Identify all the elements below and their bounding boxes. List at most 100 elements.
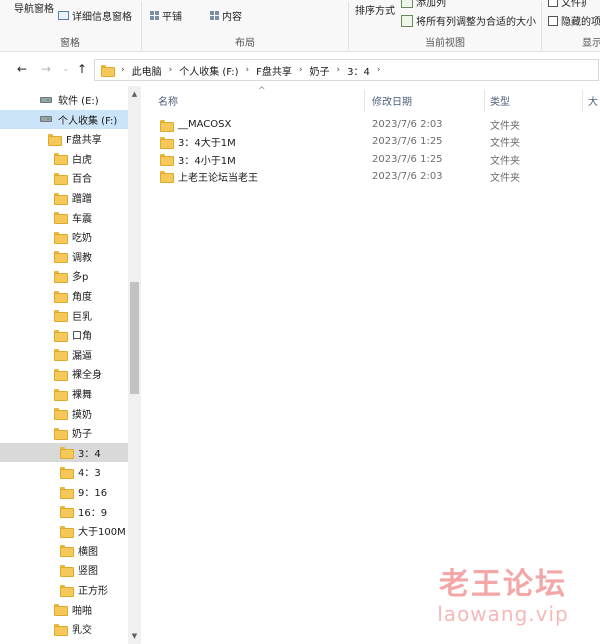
nav-tree-item[interactable]: 裸舞 (0, 384, 128, 403)
chevron-right-icon: › (376, 65, 381, 75)
nav-tree-item[interactable]: 吃奶 (0, 227, 128, 246)
file-date: 2023/7/6 2:03 (372, 170, 443, 182)
nav-tree-item[interactable]: 9：16 (0, 482, 128, 501)
layout-group-label: 布局 (235, 38, 255, 49)
nav-tree-item[interactable]: 个人收集 (F:) (0, 109, 128, 129)
scroll-up-icon[interactable]: ▲ (128, 88, 141, 101)
folder-icon (54, 310, 68, 323)
nav-tree-label: 9：16 (78, 488, 108, 499)
tile-view-button[interactable]: 平铺 (150, 8, 182, 23)
nav-pane-button[interactable]: 导航窗格 (14, 0, 54, 15)
breadcrumb-parent[interactable]: 奶子 (305, 63, 335, 78)
content-view-button[interactable]: 内容 (210, 8, 242, 23)
breadcrumb-drive-f[interactable]: 个人收集 (F:) (174, 63, 243, 78)
breadcrumb-this-pc[interactable]: 此电脑 (127, 63, 167, 78)
nav-tree-item[interactable]: 3：4 (0, 442, 128, 462)
navigation-bar: ← → ⌄ ↑ › 此电脑 › 个人收集 (F:) › F盘共享 › 奶子 › … (0, 56, 600, 84)
file-ext-checkbox[interactable]: 文件扩 (548, 0, 591, 9)
nav-tree-label: 口角 (72, 331, 92, 343)
nav-tree-item[interactable]: 啪啪 (0, 600, 128, 619)
chevron-right-icon: › (245, 65, 250, 75)
chevron-right-icon: › (168, 65, 173, 75)
nav-tree-item[interactable]: 软件 (E:) (0, 90, 128, 109)
nav-tree-item[interactable]: F盘共享 (0, 129, 128, 148)
nav-tree-item[interactable]: 16：9 (0, 502, 128, 521)
up-arrow-icon[interactable]: ↑ (74, 61, 90, 77)
column-header-date[interactable]: 修改日期 (372, 86, 482, 114)
nav-tree-item[interactable]: 横图 (0, 541, 128, 560)
nav-tree-item[interactable]: 漏逼 (0, 345, 128, 364)
nav-tree-item[interactable]: 多p (0, 266, 128, 285)
nav-tree-item[interactable]: 奶子 (0, 423, 128, 442)
column-header-type[interactable]: 类型 (490, 86, 580, 114)
nav-tree-item[interactable]: 百合 (0, 168, 128, 187)
folder-icon (60, 447, 74, 460)
file-name-cell: 上老王论坛当老王 (160, 169, 258, 184)
nav-scrollbar[interactable]: ▲ ▼ (128, 86, 141, 644)
nav-tree-item[interactable]: 角度 (0, 286, 128, 305)
nav-tree-item[interactable]: 乳交 (0, 619, 128, 638)
back-arrow-icon[interactable]: ← (14, 61, 30, 77)
file-row[interactable]: 上老王论坛当老王 2023/7/6 2:03 文件夹 (156, 168, 546, 185)
file-row[interactable]: 3：4大于1M 2023/7/6 1:25 文件夹 (156, 133, 546, 150)
folder-icon (60, 564, 74, 577)
nav-tree-label: 角度 (72, 292, 92, 303)
folder-icon (54, 212, 68, 225)
nav-tree-item[interactable]: 正方形 (0, 580, 128, 599)
folder-icon (54, 388, 68, 401)
nav-tree-label: 漏逼 (72, 350, 92, 362)
add-column-button[interactable]: 添加列 (401, 0, 446, 9)
scroll-down-icon[interactable]: ▼ (128, 630, 141, 643)
folder-icon (160, 171, 174, 184)
folder-icon (101, 65, 115, 77)
folder-icon (54, 192, 68, 205)
nav-tree-item[interactable]: 车震 (0, 208, 128, 227)
drive-icon (40, 96, 52, 103)
chevron-right-icon: › (298, 65, 303, 75)
breadcrumb-current[interactable]: 3：4 (342, 63, 375, 78)
folder-icon (160, 119, 174, 132)
details-pane-button[interactable]: 详细信息窗格 (58, 8, 132, 23)
breadcrumb-share[interactable]: F盘共享 (251, 63, 297, 78)
scroll-thumb[interactable] (130, 282, 139, 394)
nav-tree-item[interactable]: 大于100M (0, 521, 128, 540)
folder-icon (54, 604, 68, 617)
forward-arrow-icon[interactable]: → (38, 61, 54, 77)
file-type: 文件夹 (490, 172, 520, 184)
sort-by-button[interactable]: 排序方式 (355, 2, 395, 17)
file-row[interactable]: __MACOSX 2023/7/6 2:03 文件夹 (156, 116, 546, 133)
fit-columns-button[interactable]: 将所有列调整为合适的大小 (401, 13, 536, 28)
panes-group-label: 窗格 (60, 38, 80, 49)
address-bar[interactable]: › 此电脑 › 个人收集 (F:) › F盘共享 › 奶子 › 3：4 › (94, 59, 599, 81)
recent-chevron-icon[interactable]: ⌄ (58, 61, 74, 77)
nav-tree-item[interactable]: 口角 (0, 325, 128, 344)
file-name-cell: 3：4小于1M (160, 152, 236, 167)
nav-tree-item[interactable]: 巨乳 (0, 306, 128, 325)
file-name: __MACOSX (178, 119, 232, 130)
nav-tree-item[interactable]: 调教 (0, 247, 128, 266)
file-type: 文件夹 (490, 138, 520, 150)
file-row[interactable]: 3：4小于1M 2023/7/6 1:25 文件夹 (156, 151, 546, 168)
column-divider[interactable] (364, 90, 365, 112)
nav-tree-label: 车震 (72, 213, 92, 225)
nav-tree-label: 正方形 (78, 586, 108, 597)
chevron-right-icon: › (336, 65, 341, 75)
file-name-cell: 3：4大于1M (160, 134, 236, 149)
tile-icon (150, 11, 159, 20)
file-date: 2023/7/6 2:03 (372, 119, 443, 130)
ribbon: 导航窗格 详细信息窗格 窗格 平铺 内容 布局 排序方式 添加列 将所有列调整为… (0, 0, 600, 52)
nav-tree-item[interactable]: 白虎 (0, 149, 128, 168)
nav-tree-item[interactable]: 蹭蹭 (0, 188, 128, 207)
column-header-size[interactable]: 大 (588, 86, 600, 114)
hidden-items-checkbox[interactable]: 隐藏的项 (548, 13, 600, 28)
nav-tree-item[interactable]: 裸全身 (0, 364, 128, 383)
nav-tree-item[interactable]: 竖图 (0, 560, 128, 579)
nav-tree-item[interactable]: 摸奶 (0, 404, 128, 423)
column-divider[interactable] (582, 90, 583, 112)
nav-tree-label: 个人收集 (F:) (58, 115, 118, 127)
nav-tree-item[interactable]: 4：3 (0, 462, 128, 481)
column-divider[interactable] (484, 90, 485, 112)
show-group-label: 显示 (582, 38, 600, 49)
column-header-name[interactable]: 名称 (158, 86, 358, 114)
nav-tree-label: 吃奶 (72, 233, 92, 245)
